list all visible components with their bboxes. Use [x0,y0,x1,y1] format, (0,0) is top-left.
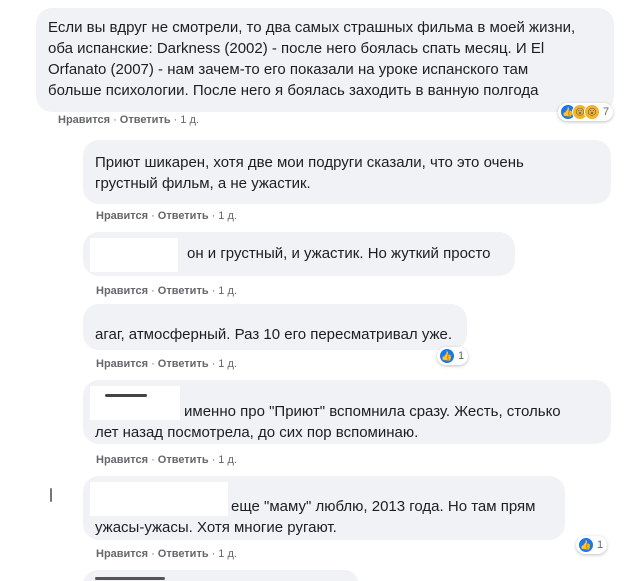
comment-actions: Нравится · Ответить · 1 д. [96,548,237,560]
like-link[interactable]: Нравится [96,358,148,370]
comment-bubble: Приют шикарен, хотя две мои подруги сказ… [83,140,611,204]
comment-text: агаг, атмосферный. Раз 10 его пересматри… [95,326,453,343]
timestamp[interactable]: 1 д. [180,114,199,126]
comment-text: Если вы вдруг не смотрели, то два самых … [48,19,576,36]
wow-icon: 😮 [584,104,600,120]
redaction-mark [105,394,147,397]
like-link[interactable]: Нравится [96,210,148,222]
reaction-count: 7 [603,106,610,118]
reaction-count: 1 [597,539,604,551]
comment-text: именно про "Приют" вспомнила сразу. Жест… [184,403,561,420]
comment-actions: Нравится · Ответить · 1 д. [96,358,237,370]
redaction-mark [50,488,52,502]
separator: · [151,210,155,222]
comment-actions: Нравится · Ответить · 1 д. [58,114,199,126]
separator: · [211,454,216,466]
separator: · [211,285,216,297]
redacted-name [90,482,228,516]
comment-text: Приют шикарен, хотя две мои подруги сказ… [95,154,524,171]
separator: · [151,358,155,370]
comment-bubble: агаг, атмосферный. Раз 10 его пересматри… [83,304,467,350]
reply-link[interactable]: Ответить [120,114,171,126]
like-link[interactable]: Нравится [96,548,148,560]
like-link[interactable]: Нравится [96,285,148,297]
comment-text: лет назад посмотрела, до сих пор вспомин… [95,424,419,441]
separator: · [151,454,155,466]
comment-text: он и грустный, и ужастик. Но жуткий прос… [187,245,491,262]
comment-text: ужасы-ужасы. Хотя многие ругают. [95,519,337,536]
redaction-mark [95,577,165,580]
comment-text: еще "маму" люблю, 2013 года. Но там прям [231,498,536,515]
comment-text: грустный фильм, а не ужастик. [95,175,311,192]
comment-text: больше психологии. После него я боялась … [48,82,539,99]
comment-text: оба испанские: Darkness (2002) - после н… [48,40,545,57]
reply-link[interactable]: Ответить [158,358,209,370]
like-link[interactable]: Нравится [96,454,148,466]
reactions-summary[interactable]: 👍 😮 😮 7 [558,103,614,121]
separator: · [173,114,178,126]
reply-link[interactable]: Ответить [158,285,209,297]
comment-actions: Нравится · Ответить · 1 д. [96,285,237,297]
like-link[interactable]: Нравится [58,114,110,126]
redacted-name [90,238,178,272]
timestamp[interactable]: 1 д. [218,358,237,370]
comment-actions: Нравится · Ответить · 1 д. [96,454,237,466]
reply-link[interactable]: Ответить [158,210,209,222]
comment-text: Orfanato (2007) - нам зачем-то его показ… [48,61,529,78]
comment-actions: Нравится · Ответить · 1 д. [96,210,237,222]
reactions-summary[interactable]: 👍 1 [437,347,469,365]
reactions-summary[interactable]: 👍 1 [576,536,608,554]
like-icon: 👍 [439,348,455,364]
reaction-count: 1 [458,350,465,362]
separator: · [151,548,155,560]
separator: · [151,285,155,297]
like-icon: 👍 [578,537,594,553]
timestamp[interactable]: 1 д. [218,548,237,560]
timestamp[interactable]: 1 д. [218,454,237,466]
separator: · [211,548,216,560]
reply-link[interactable]: Ответить [158,548,209,560]
reply-link[interactable]: Ответить [158,454,209,466]
separator: · [211,358,216,370]
timestamp[interactable]: 1 д. [218,210,237,222]
timestamp[interactable]: 1 д. [218,285,237,297]
separator: · [113,114,117,126]
comment-thread: Если вы вдруг не смотрели, то два самых … [0,0,640,581]
comment-bubble: Если вы вдруг не смотрели, то два самых … [36,8,614,112]
redacted-name [90,386,180,420]
separator: · [211,210,216,222]
